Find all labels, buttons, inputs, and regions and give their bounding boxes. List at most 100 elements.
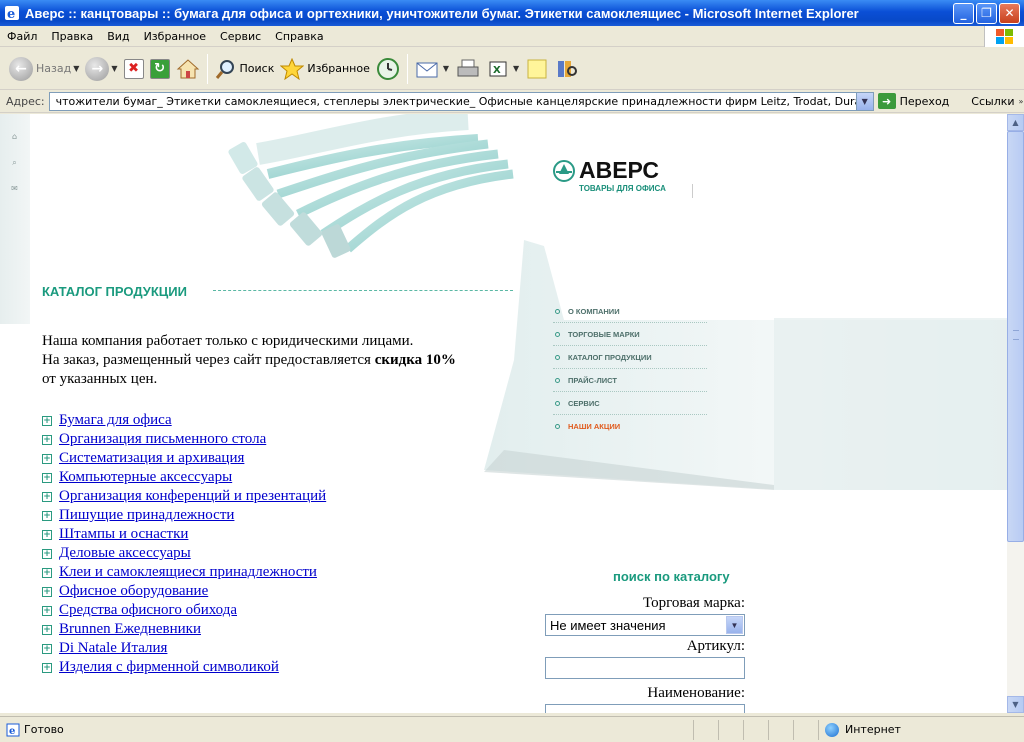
scroll-down-icon[interactable]: ▼	[1007, 696, 1024, 713]
list-item: + Di Natale Италия	[42, 639, 462, 658]
expand-icon[interactable]: +	[42, 643, 52, 654]
list-item: + Бумага для офиса	[42, 411, 462, 430]
expand-icon[interactable]: +	[42, 434, 52, 445]
nav-item-pricelist[interactable]: ПРАЙС-ЛИСТ	[553, 369, 707, 392]
print-button[interactable]	[452, 52, 484, 86]
nav-item-brands[interactable]: ТОРГОВЫЕ МАРКИ	[553, 323, 707, 346]
back-dropdown-icon[interactable]: ▼	[73, 64, 79, 73]
list-item: + Пишущие принадлежности	[42, 506, 462, 525]
history-button[interactable]	[373, 52, 403, 86]
mail-small-icon[interactable]: ✉	[9, 184, 20, 193]
chevron-down-icon[interactable]: ▼	[726, 616, 743, 634]
category-link[interactable]: Клеи и самоклеящиеся принадлежности	[59, 564, 317, 581]
expand-icon[interactable]: +	[42, 415, 52, 426]
back-button[interactable]: ← Назад ▼	[6, 52, 82, 86]
nav-item-promotions[interactable]: НАШИ АКЦИИ	[553, 415, 707, 438]
links-button[interactable]: Ссылки	[971, 95, 1014, 108]
category-link[interactable]: Организация письменного стола	[59, 431, 266, 448]
links-chevron-icon[interactable]: »	[1019, 97, 1024, 106]
mail-button[interactable]: ▼	[412, 52, 452, 86]
refresh-button[interactable]: ↻	[147, 52, 173, 86]
research-button[interactable]	[552, 52, 582, 86]
menu-edit[interactable]: Правка	[44, 30, 100, 43]
edit-button[interactable]: X ▼	[484, 52, 522, 86]
stop-button[interactable]: ✖	[121, 52, 147, 86]
search-button[interactable]: Поиск	[212, 52, 278, 86]
forward-dropdown-icon[interactable]: ▼	[111, 64, 117, 73]
go-arrow-icon: ➜	[877, 93, 896, 109]
search-label: Поиск	[239, 62, 275, 75]
resize-grip-icon[interactable]	[1008, 720, 1024, 740]
home-small-icon[interactable]: ⌂	[9, 132, 20, 141]
discount-text: скидка 10%	[374, 352, 456, 368]
expand-icon[interactable]: +	[42, 453, 52, 464]
status-cells: Интернет	[693, 719, 1024, 740]
category-link[interactable]: Организация конференций и презентаций	[59, 488, 326, 505]
maximize-button[interactable]: ❐	[976, 2, 997, 24]
category-link[interactable]: Бумага для офиса	[59, 412, 172, 429]
status-cell	[743, 719, 768, 740]
expand-icon[interactable]: +	[42, 624, 52, 635]
menu-tools[interactable]: Сервис	[213, 30, 268, 43]
back-arrow-icon: ←	[9, 56, 33, 81]
go-button[interactable]: ➜ Переход	[877, 93, 966, 109]
expand-icon[interactable]: +	[42, 510, 52, 521]
expand-icon[interactable]: +	[42, 605, 52, 616]
windows-logo-icon	[984, 26, 1024, 47]
note-icon	[527, 59, 547, 78]
logo-tagline: ТОВАРЫ ДЛЯ ОФИСА	[579, 184, 666, 193]
category-link[interactable]: Штампы и оснастки	[59, 526, 188, 543]
nav-label: КАТАЛОГ ПРОДУКЦИИ	[568, 352, 652, 362]
expand-icon[interactable]: +	[42, 662, 52, 673]
address-dropdown-icon[interactable]: ▼	[855, 92, 873, 110]
discuss-button[interactable]	[522, 52, 552, 86]
menu-view[interactable]: Вид	[100, 30, 136, 43]
category-link[interactable]: Изделия с фирменной символикой	[59, 659, 279, 676]
vertical-scrollbar[interactable]: ▲ ▼	[1007, 114, 1024, 713]
close-button[interactable]: ✕	[999, 2, 1020, 24]
category-link[interactable]: Brunnen Ежедневники	[59, 621, 201, 638]
article-label: Артикул:	[686, 638, 745, 654]
mail-dropdown-icon[interactable]: ▼	[443, 64, 449, 73]
category-link[interactable]: Средства офисного обихода	[59, 602, 237, 619]
menu-favorites[interactable]: Избранное	[137, 30, 213, 43]
nav-item-service[interactable]: СЕРВИС	[553, 392, 707, 415]
stop-icon: ✖	[123, 58, 144, 79]
home-button[interactable]	[173, 52, 203, 86]
search-small-icon[interactable]: ⌕	[9, 158, 20, 167]
article-input[interactable]	[545, 657, 745, 679]
expand-icon[interactable]: +	[42, 586, 52, 597]
expand-icon[interactable]: +	[42, 529, 52, 540]
scroll-up-icon[interactable]: ▲	[1007, 114, 1024, 131]
page-viewport: ⌂ ⌕ ✉ АВЕРС ТОВАРЫ ДЛЯ ОФИСА КАТАЛОГ ПРО…	[0, 114, 1007, 713]
scroll-thumb[interactable]	[1007, 131, 1024, 542]
forward-button[interactable]: → ▼	[82, 52, 120, 86]
back-label: Назад	[36, 62, 72, 75]
nav-item-about[interactable]: О КОМПАНИИ	[553, 300, 707, 323]
name-input[interactable]	[545, 704, 745, 713]
address-input[interactable]: e чтожители бумаг_ Этикетки самоклеящиес…	[48, 91, 874, 111]
nav-label: НАШИ АКЦИИ	[568, 422, 621, 431]
expand-icon[interactable]: +	[42, 491, 52, 502]
category-link[interactable]: Офисное оборудование	[59, 583, 208, 600]
expand-icon[interactable]: +	[42, 548, 52, 559]
minimize-button[interactable]: _	[953, 2, 974, 24]
category-link[interactable]: Деловые аксессуары	[59, 545, 191, 562]
edit-dropdown-icon[interactable]: ▼	[513, 64, 519, 73]
security-zone[interactable]: Интернет	[818, 719, 1008, 740]
status-cell	[768, 719, 793, 740]
nav-item-catalog[interactable]: КАТАЛОГ ПРОДУКЦИИ	[553, 346, 707, 369]
logo-brand: АВЕРС	[579, 157, 659, 183]
category-link[interactable]: Систематизация и архивация	[59, 450, 244, 467]
menu-file[interactable]: Файл	[0, 30, 44, 43]
expand-icon[interactable]: +	[42, 472, 52, 483]
menu-help[interactable]: Справка	[268, 30, 330, 43]
expand-icon[interactable]: +	[42, 567, 52, 578]
home-icon	[176, 58, 199, 78]
brand-select[interactable]: Не имеет значения ▼	[545, 614, 745, 636]
search-heading: поиск по каталогу	[613, 569, 730, 584]
category-link[interactable]: Пишущие принадлежности	[59, 507, 234, 524]
category-link[interactable]: Di Natale Италия	[59, 640, 167, 657]
favorites-button[interactable]: Избранное	[277, 52, 372, 86]
category-link[interactable]: Компьютерные аксессуары	[59, 469, 232, 486]
